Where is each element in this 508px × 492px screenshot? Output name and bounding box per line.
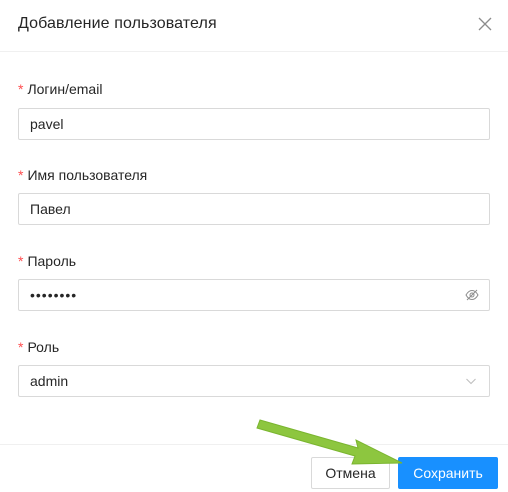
password-label-text: Пароль bbox=[27, 253, 77, 269]
required-mark: * bbox=[18, 167, 24, 183]
required-mark: * bbox=[18, 339, 24, 355]
close-icon bbox=[478, 17, 492, 31]
cancel-button[interactable]: Отмена bbox=[311, 457, 390, 489]
modal-header: Добавление пользователя bbox=[0, 0, 508, 52]
role-select-arrow bbox=[465, 375, 479, 389]
role-select[interactable]: admin bbox=[18, 365, 490, 397]
form-item-username: * Имя пользователя Павел bbox=[18, 165, 490, 225]
password-label: * Пароль bbox=[18, 251, 490, 271]
modal-footer: Отмена Сохранить bbox=[0, 444, 508, 492]
save-button[interactable]: Сохранить bbox=[398, 457, 498, 489]
password-visibility-toggle[interactable] bbox=[465, 288, 479, 302]
modal-title: Добавление пользователя bbox=[18, 15, 217, 32]
login-label-text: Логин/email bbox=[27, 81, 103, 97]
password-input[interactable]: •••••••• bbox=[18, 279, 490, 311]
username-label-text: Имя пользователя bbox=[27, 167, 148, 183]
role-label-text: Роль bbox=[27, 339, 60, 355]
login-label: * Логин/email bbox=[18, 79, 490, 99]
add-user-modal: Добавление пользователя * Логин/email pav… bbox=[0, 0, 508, 492]
form-item-role: * Роль admin bbox=[18, 337, 490, 397]
chevron-down-icon bbox=[466, 378, 476, 385]
username-input-value: Павел bbox=[30, 201, 71, 217]
form-item-login: * Логин/email pavel bbox=[18, 79, 490, 140]
required-mark: * bbox=[18, 81, 24, 97]
password-input-value: •••••••• bbox=[30, 287, 78, 303]
form-item-password: * Пароль •••••••• bbox=[18, 251, 490, 311]
role-label: * Роль bbox=[18, 337, 490, 357]
annotation-arrow bbox=[256, 419, 403, 465]
login-input[interactable]: pavel bbox=[18, 108, 490, 140]
username-label: * Имя пользователя bbox=[18, 165, 490, 185]
role-select-value: admin bbox=[30, 373, 69, 389]
required-mark: * bbox=[18, 253, 24, 269]
login-input-value: pavel bbox=[30, 116, 64, 132]
eye-invisible-icon bbox=[465, 289, 479, 301]
close-button[interactable] bbox=[476, 15, 494, 33]
username-input[interactable]: Павел bbox=[18, 193, 490, 225]
